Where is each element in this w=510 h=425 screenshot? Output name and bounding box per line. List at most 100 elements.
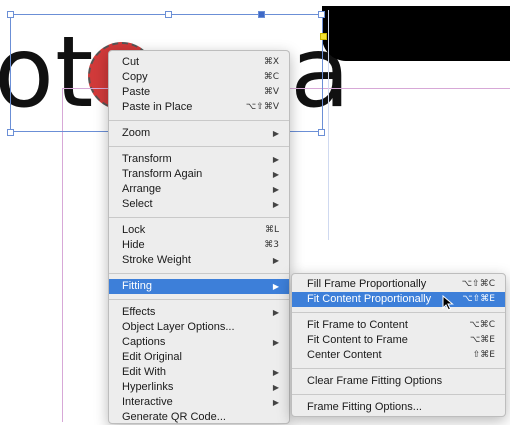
menu-item-label: Captions (122, 336, 166, 348)
selection-handle-top-right[interactable] (318, 11, 325, 18)
context-menu-item-paste-in-place[interactable]: Paste in Place ⌥⇧⌘V (109, 100, 289, 115)
context-menu-item-stroke-weight[interactable]: Stroke Weight ▶ (109, 253, 289, 268)
context-menu-item-paste[interactable]: Paste ⌘V (109, 85, 289, 100)
submenu-arrow-icon: ▶ (272, 368, 279, 377)
submenu-arrow-icon: ▶ (272, 129, 279, 138)
context-menu-item-arrange[interactable]: Arrange ▶ (109, 182, 289, 197)
menu-item-shortcut: ⌥⇧⌘C (461, 279, 495, 289)
menu-separator (109, 120, 289, 121)
context-menu-item-transform-again[interactable]: Transform Again ▶ (109, 167, 289, 182)
menu-separator (292, 312, 505, 313)
menu-item-label: Hyperlinks (122, 381, 174, 393)
menu-item-label: Center Content (307, 349, 382, 361)
context-menu-item-hide[interactable]: Hide ⌘3 (109, 238, 289, 253)
menu-item-label: Fit Content to Frame (307, 334, 408, 346)
menu-separator (292, 394, 505, 395)
menu-item-label: Object Layer Options... (122, 321, 235, 333)
context-menu-item-fitting[interactable]: Fitting ▶ (109, 279, 289, 294)
submenu-arrow-icon: ▶ (272, 200, 279, 209)
submenu-arrow-icon: ▶ (272, 282, 279, 291)
submenu-arrow-icon: ▶ (272, 338, 279, 347)
context-menu-item-select[interactable]: Select ▶ (109, 197, 289, 212)
corner-option-handle[interactable] (320, 33, 327, 40)
menu-item-shortcut: ⌘L (264, 225, 279, 235)
selection-handle-top-middle[interactable] (165, 11, 172, 18)
submenu-arrow-icon: ▶ (272, 398, 279, 407)
fitting-submenu-item-frame-fitting-options[interactable]: Frame Fitting Options... (292, 400, 505, 415)
context-menu-item-transform[interactable]: Transform ▶ (109, 152, 289, 167)
submenu-arrow-icon: ▶ (272, 185, 279, 194)
context-menu-item-generate-qr-code[interactable]: Generate QR Code... (109, 410, 289, 425)
fitting-submenu-item-fit-content-to-frame[interactable]: Fit Content to Frame ⌥⌘E (292, 333, 505, 348)
submenu-arrow-icon: ▶ (272, 155, 279, 164)
menu-item-label: Effects (122, 306, 156, 318)
fitting-submenu: Fill Frame Proportionally ⌥⇧⌘C Fit Content… (291, 273, 506, 417)
selection-handle-bottom-left[interactable] (7, 129, 14, 136)
context-menu-item-edit-with[interactable]: Edit With ▶ (109, 365, 289, 380)
context-menu-item-interactive[interactable]: Interactive ▶ (109, 395, 289, 410)
context-menu-item-object-layer-options[interactable]: Object Layer Options... (109, 320, 289, 335)
menu-item-label: Lock (122, 224, 146, 236)
fitting-submenu-item-clear-frame-fitting-options[interactable]: Clear Frame Fitting Options (292, 374, 505, 389)
context-menu-item-hyperlinks[interactable]: Hyperlinks ▶ (109, 380, 289, 395)
menu-item-label: Copy (122, 71, 148, 83)
margin-guide (328, 10, 329, 240)
submenu-arrow-icon: ▶ (272, 308, 279, 317)
submenu-arrow-icon: ▶ (272, 383, 279, 392)
menu-item-label: Frame Fitting Options... (307, 401, 422, 413)
fitting-submenu-item-fit-content-proportionally[interactable]: Fit Content Proportionally ⌥⇧⌘E (292, 292, 505, 307)
menu-separator (109, 273, 289, 274)
menu-item-shortcut: ⌥⇧⌘V (245, 102, 279, 112)
submenu-arrow-icon: ▶ (272, 256, 279, 265)
menu-item-label: Hide (122, 239, 145, 251)
selection-handle-top-left[interactable] (7, 11, 14, 18)
menu-item-shortcut: ⌥⇧⌘E (462, 294, 495, 304)
context-menu-item-captions[interactable]: Captions ▶ (109, 335, 289, 350)
menu-item-shortcut: ⇧⌘E (472, 350, 495, 360)
menu-item-shortcut: ⌥⌘E (469, 335, 495, 345)
menu-item-label: Select (122, 198, 153, 210)
fitting-submenu-item-center-content[interactable]: Center Content ⇧⌘E (292, 348, 505, 363)
menu-item-label: Fill Frame Proportionally (307, 278, 427, 290)
menu-separator (109, 299, 289, 300)
menu-item-label: Clear Frame Fitting Options (307, 375, 443, 387)
menu-item-label: Interactive (122, 396, 173, 408)
menu-item-label: Paste in Place (122, 101, 193, 113)
context-menu-item-copy[interactable]: Copy ⌘C (109, 70, 289, 85)
menu-item-shortcut: ⌘3 (264, 240, 279, 250)
menu-item-shortcut: ⌘C (263, 72, 279, 82)
menu-item-label: Edit Original (122, 351, 182, 363)
context-menu: Cut ⌘X Copy ⌘C Paste ⌘V Paste in Place ⌥⇧⌘V Zoom… (108, 50, 290, 424)
menu-separator (292, 368, 505, 369)
menu-item-shortcut: ⌘V (263, 87, 279, 97)
vertical-guide (62, 88, 63, 422)
menu-separator (109, 217, 289, 218)
menu-item-label: Transform Again (122, 168, 203, 180)
context-menu-item-cut[interactable]: Cut ⌘X (109, 55, 289, 70)
menu-item-label: Edit With (122, 366, 167, 378)
menu-item-label: Arrange (122, 183, 162, 195)
context-menu-item-lock[interactable]: Lock ⌘L (109, 223, 289, 238)
mouse-pointer-icon (442, 295, 454, 311)
menu-item-label: Generate QR Code... (122, 411, 226, 423)
menu-item-label: Zoom (122, 127, 151, 139)
menu-item-shortcut: ⌥⌘C (469, 320, 495, 330)
context-menu-item-zoom[interactable]: Zoom ▶ (109, 126, 289, 141)
black-shape[interactable] (322, 6, 510, 61)
fitting-submenu-item-fit-frame-to-content[interactable]: Fit Frame to Content ⌥⌘C (292, 318, 505, 333)
menu-item-shortcut: ⌘X (263, 57, 279, 67)
menu-separator (109, 146, 289, 147)
menu-item-label: Transform (122, 153, 172, 165)
menu-item-label: Fitting (122, 280, 152, 292)
menu-item-label: Paste (122, 86, 151, 98)
menu-item-label: Fit Frame to Content (307, 319, 408, 331)
selection-handle-top-anchor[interactable] (258, 11, 265, 18)
menu-item-label: Stroke Weight (122, 254, 191, 266)
context-menu-item-effects[interactable]: Effects ▶ (109, 305, 289, 320)
menu-item-label: Fit Content Proportionally (307, 293, 432, 305)
fitting-submenu-item-fill-frame-proportionally[interactable]: Fill Frame Proportionally ⌥⇧⌘C (292, 277, 505, 292)
selection-handle-bottom-right[interactable] (318, 129, 325, 136)
context-menu-item-edit-original[interactable]: Edit Original (109, 350, 289, 365)
menu-item-label: Cut (122, 56, 140, 68)
submenu-arrow-icon: ▶ (272, 170, 279, 179)
